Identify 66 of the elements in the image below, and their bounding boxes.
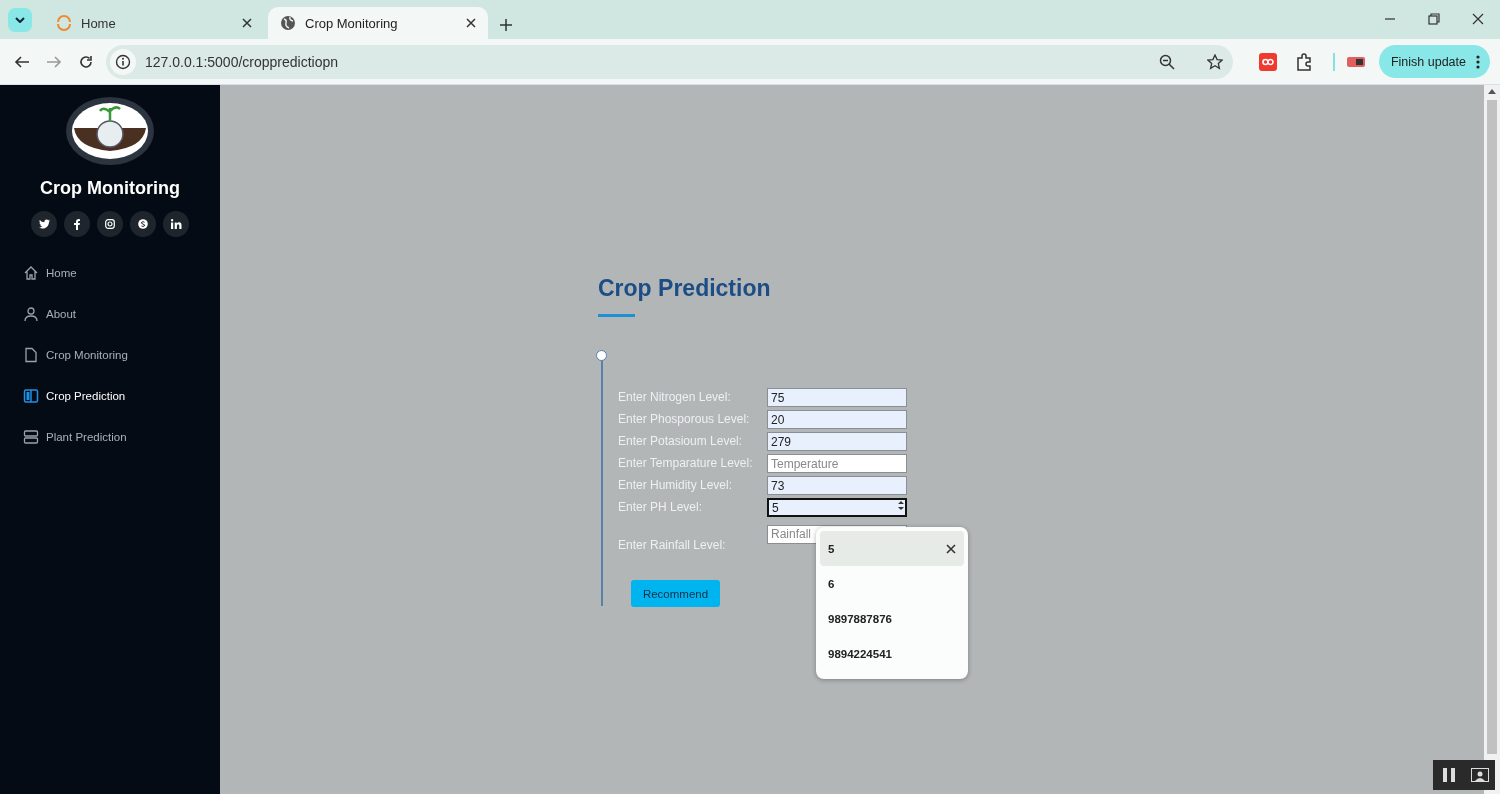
field-label: Enter Temparature Level: bbox=[618, 456, 754, 470]
facebook-icon bbox=[74, 218, 80, 230]
tab-search-button[interactable] bbox=[8, 8, 32, 32]
input-field[interactable]: 5 bbox=[767, 498, 907, 517]
scroll-up-icon[interactable] bbox=[1488, 89, 1496, 94]
field-label: Enter Rainfall Level: bbox=[618, 538, 727, 552]
field-label: Enter Potasioum Level: bbox=[618, 434, 744, 448]
scrollbar[interactable] bbox=[1484, 85, 1500, 794]
autofill-option[interactable]: 9897887876 bbox=[820, 601, 964, 636]
nav-item[interactable]: Plant Prediction bbox=[23, 429, 220, 445]
input-field[interactable]: 279 bbox=[767, 432, 907, 451]
field-label: Enter Humidity Level: bbox=[618, 478, 734, 492]
skype-icon bbox=[138, 219, 148, 229]
close-icon[interactable] bbox=[946, 543, 956, 554]
address-bar[interactable]: 127.0.0.1:5000/croppredictiopn bbox=[106, 44, 1233, 79]
zoom-out-icon[interactable] bbox=[1158, 53, 1175, 70]
columns-icon bbox=[23, 388, 39, 404]
more-icon bbox=[1476, 54, 1480, 69]
restore-icon[interactable] bbox=[1428, 13, 1440, 25]
autofill-option[interactable]: 9894224541 bbox=[820, 636, 964, 671]
file-icon bbox=[23, 347, 39, 363]
linkedin-icon bbox=[170, 219, 182, 229]
close-icon[interactable] bbox=[242, 18, 252, 28]
close-icon[interactable] bbox=[466, 18, 476, 28]
input-field[interactable]: Temperature bbox=[767, 454, 907, 473]
autofill-option[interactable]: 6 bbox=[820, 566, 964, 601]
close-icon[interactable] bbox=[1472, 13, 1484, 25]
browser-tab[interactable]: Crop Monitoring bbox=[268, 7, 488, 39]
nav-item[interactable]: Home bbox=[23, 265, 220, 281]
finish-update-button[interactable]: Finish update bbox=[1378, 45, 1490, 78]
input-field[interactable]: 75 bbox=[767, 388, 907, 407]
field-label: Enter PH Level: bbox=[618, 500, 704, 514]
nav-item[interactable]: Crop Prediction bbox=[23, 388, 220, 404]
star-icon[interactable] bbox=[1206, 53, 1223, 70]
autofill-option[interactable]: 5 bbox=[820, 531, 964, 566]
chevron-down-icon bbox=[15, 17, 25, 23]
social-link[interactable] bbox=[163, 211, 189, 237]
social-link[interactable] bbox=[64, 211, 90, 237]
instagram-icon bbox=[105, 219, 115, 229]
loader-icon bbox=[56, 15, 72, 31]
forward-icon[interactable] bbox=[46, 53, 62, 70]
plus-icon[interactable] bbox=[500, 19, 512, 31]
recommend-button[interactable]: Recommend bbox=[631, 580, 720, 607]
field-label: Enter Nitrogen Level: bbox=[618, 390, 732, 404]
twitter-icon bbox=[38, 219, 50, 229]
pause-icon bbox=[1442, 768, 1455, 782]
home-icon bbox=[23, 265, 39, 281]
page-title: Crop Prediction bbox=[598, 275, 772, 302]
nav-item[interactable]: Crop Monitoring bbox=[23, 347, 220, 363]
globe-icon bbox=[280, 15, 296, 31]
reload-icon[interactable] bbox=[78, 53, 94, 70]
back-icon[interactable] bbox=[14, 53, 30, 70]
browser-tab[interactable]: Home bbox=[44, 7, 264, 39]
brand-name: Crop Monitoring bbox=[40, 178, 180, 199]
social-link[interactable] bbox=[97, 211, 123, 237]
extension-icon[interactable] bbox=[1346, 56, 1365, 67]
social-link[interactable] bbox=[130, 211, 156, 237]
info-icon[interactable] bbox=[115, 53, 131, 70]
field-label: Enter Phosporous Level: bbox=[618, 412, 751, 426]
server-icon bbox=[23, 429, 39, 445]
input-field[interactable]: 73 bbox=[767, 476, 907, 495]
spinner-icon[interactable] bbox=[898, 499, 904, 511]
puzzle-icon[interactable] bbox=[1294, 52, 1313, 71]
nav-item[interactable]: About bbox=[23, 306, 220, 322]
social-link[interactable] bbox=[31, 211, 57, 237]
input-field[interactable]: 20 bbox=[767, 410, 907, 429]
